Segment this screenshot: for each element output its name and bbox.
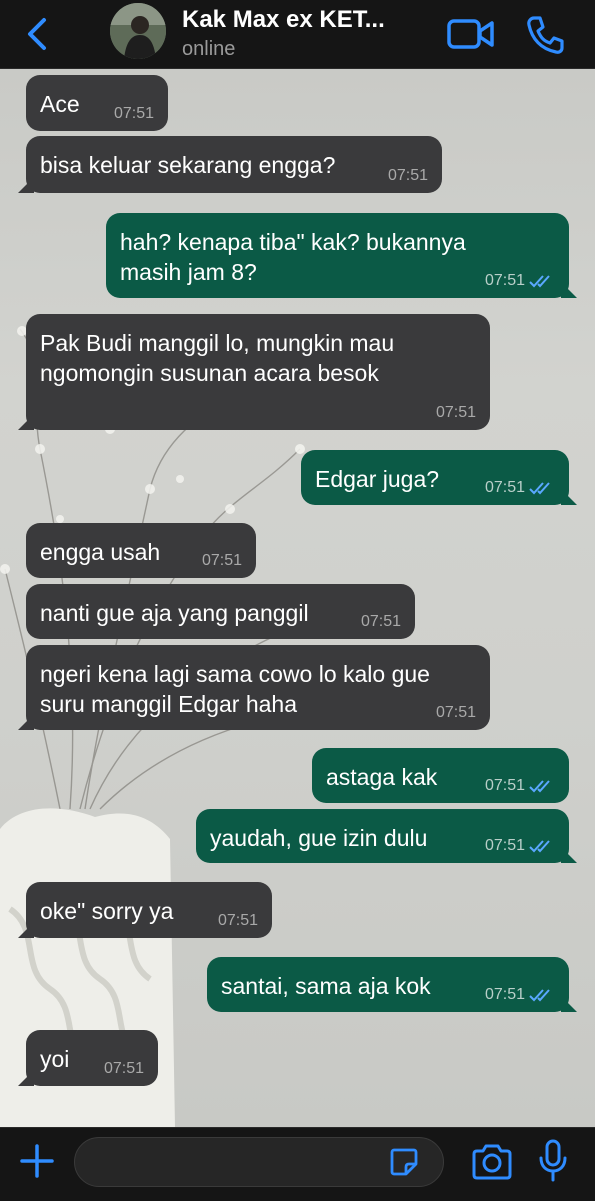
chevron-left-icon[interactable]: [20, 14, 56, 54]
composer-bar: [0, 1127, 595, 1201]
message-bubble-incoming[interactable]: Ace 07:51: [26, 75, 168, 131]
message-bubble-incoming[interactable]: oke" sorry ya 07:51: [18, 882, 272, 938]
bubble-tail: [561, 847, 577, 863]
plus-icon[interactable]: [18, 1142, 56, 1180]
sticker-icon[interactable]: [388, 1146, 420, 1178]
message-text: ngeri kena lagi sama cowo lo kalo gue su…: [40, 661, 430, 717]
bubble-tail: [18, 177, 34, 193]
message-time: 07:51: [360, 613, 401, 630]
message-time: 07:51: [201, 552, 242, 569]
message-time: 07:51: [485, 777, 555, 795]
message-text: Pak Budi manggil lo, mungkin mau ngomong…: [40, 330, 395, 386]
phone-icon[interactable]: [524, 14, 566, 56]
message-bubble-incoming[interactable]: engga usah 07:51: [26, 523, 256, 578]
message-bubble-outgoing[interactable]: hah? kenapa tiba" kak? bukannya masih ja…: [106, 213, 577, 298]
message-time: 07:51: [217, 912, 258, 929]
bubble-tail: [561, 489, 577, 505]
bubble-tail: [18, 714, 34, 730]
avatar[interactable]: [110, 3, 166, 59]
bubble-tail: [561, 282, 577, 298]
message-text: bisa keluar sekarang engga?: [40, 152, 336, 178]
message-bubble-incoming[interactable]: nanti gue aja yang panggil 07:51: [26, 584, 415, 639]
read-receipt-icon: [529, 275, 550, 288]
read-receipt-icon: [529, 482, 550, 495]
message-bubble-incoming[interactable]: ngeri kena lagi sama cowo lo kalo gue su…: [18, 645, 490, 730]
message-bubble-incoming[interactable]: yoi 07:51: [18, 1030, 158, 1086]
video-camera-icon[interactable]: [446, 16, 496, 52]
read-receipt-icon: [529, 840, 550, 853]
bubble-tail: [561, 996, 577, 1012]
bubble-tail: [18, 1070, 34, 1086]
message-bubble-incoming[interactable]: bisa keluar sekarang engga? 07:51: [18, 136, 442, 193]
message-time: 07:51: [485, 837, 555, 855]
message-time: 07:51: [103, 1060, 144, 1077]
contact-name[interactable]: Kak Max ex KET...: [182, 6, 385, 34]
message-time: 07:51: [485, 272, 555, 290]
message-time: 07:51: [435, 404, 476, 421]
contact-status: online: [182, 38, 236, 60]
message-time: 07:51: [435, 704, 476, 721]
message-time: 07:51: [485, 986, 555, 1004]
message-bubble-outgoing[interactable]: santai, sama aja kok 07:51: [207, 957, 577, 1012]
bubble-tail: [18, 922, 34, 938]
message-time: 07:51: [387, 167, 428, 184]
bubble-tail: [18, 414, 34, 430]
message-time: 07:51: [485, 479, 555, 497]
message-bubble-outgoing[interactable]: yaudah, gue izin dulu 07:51: [196, 809, 577, 863]
message-text: nanti gue aja yang panggil: [40, 600, 309, 626]
camera-icon[interactable]: [470, 1142, 514, 1182]
message-bubble-incoming[interactable]: Pak Budi manggil lo, mungkin mau ngomong…: [18, 314, 490, 430]
message-bubble-outgoing[interactable]: Edgar juga? 07:51: [301, 450, 577, 505]
read-receipt-icon: [529, 989, 550, 1002]
chat-area[interactable]: Ace 07:51 bisa keluar sekarang engga? 07…: [0, 69, 595, 1127]
microphone-icon[interactable]: [538, 1138, 568, 1184]
message-time: 07:51: [113, 105, 154, 122]
read-receipt-icon: [529, 780, 550, 793]
chat-header: Kak Max ex KET... online: [0, 0, 595, 69]
message-bubble-outgoing[interactable]: astaga kak 07:51: [312, 748, 569, 803]
